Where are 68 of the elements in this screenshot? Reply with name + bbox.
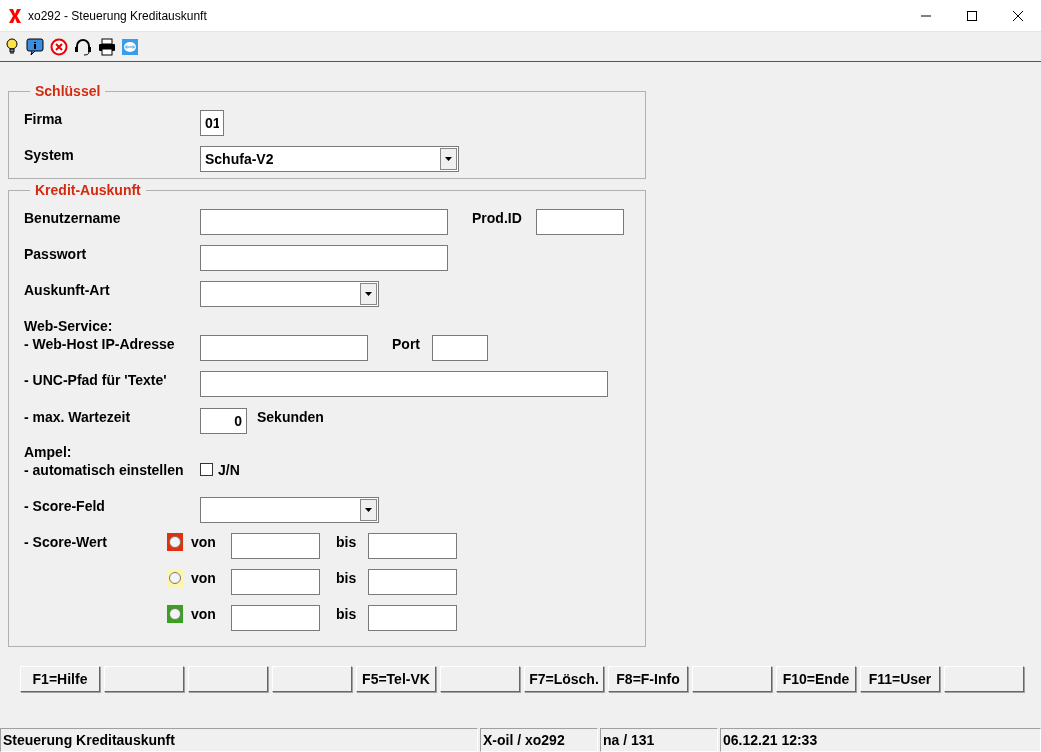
- dropdown[interactable]: [200, 281, 379, 307]
- checkbox-label: J/N: [218, 461, 240, 479]
- info-icon[interactable]: [26, 37, 44, 56]
- status-field: X-oil / xo292: [480, 728, 598, 752]
- range-label: bis: [336, 533, 358, 551]
- blank-function-key-button[interactable]: [104, 666, 184, 692]
- dropdown[interactable]: Schufa-V2: [200, 146, 459, 172]
- field-label: Auskunft-Art: [24, 281, 111, 299]
- range-label: bis: [336, 605, 358, 623]
- range-label: von: [191, 605, 217, 623]
- blank-function-key-button[interactable]: [944, 666, 1024, 692]
- section-heading: Ampel:: [24, 443, 72, 461]
- blank-function-key-button[interactable]: [188, 666, 268, 692]
- section-heading: Web-Service:: [24, 317, 113, 335]
- field-label: Benutzername: [24, 209, 122, 227]
- lightbulb-icon[interactable]: [4, 37, 20, 56]
- field-label: Port: [392, 335, 421, 353]
- blank-function-key-button[interactable]: [440, 666, 520, 692]
- blank-function-key-button[interactable]: [272, 666, 352, 692]
- group-title: Schlüssel: [34, 82, 102, 101]
- range-label: von: [191, 533, 217, 551]
- status-field: 06.12.21 12:33: [720, 728, 1041, 752]
- field-label: Prod.ID: [472, 209, 523, 227]
- range-label: bis: [336, 569, 358, 587]
- function-key-button[interactable]: F7=Lösch.: [524, 666, 604, 692]
- range-label: von: [191, 569, 217, 587]
- field-label: - UNC-Pfad für 'Texte': [24, 371, 168, 389]
- blank-function-key-button[interactable]: [692, 666, 772, 692]
- status-field: na / 131: [600, 728, 718, 752]
- checkbox[interactable]: [200, 463, 213, 476]
- field-label: - automatisch einstellen: [24, 461, 185, 479]
- close-icon: [1013, 10, 1023, 21]
- range-from-field[interactable]: [231, 605, 320, 631]
- range-to-field[interactable]: [368, 533, 457, 559]
- field-label: System: [24, 146, 75, 164]
- field-label: Firma: [24, 110, 64, 128]
- cancel-icon[interactable]: [50, 37, 68, 56]
- field-label: - max. Wartezeit: [24, 408, 132, 426]
- ip-address-field[interactable]: [200, 335, 368, 361]
- range-from-field[interactable]: [231, 569, 320, 595]
- timeout-field[interactable]: 0: [200, 408, 247, 434]
- function-key-button[interactable]: F5=Tel-VK: [356, 666, 436, 692]
- path-field[interactable]: [200, 371, 608, 397]
- function-key-button[interactable]: F8=F-Info: [608, 666, 688, 692]
- remote-support-icon[interactable]: [122, 38, 138, 55]
- print-icon[interactable]: [98, 37, 116, 56]
- password-field[interactable]: [200, 245, 448, 271]
- maximize-icon: [967, 10, 977, 21]
- username-field[interactable]: [200, 209, 448, 235]
- status-field: Steuerung Kreditauskunft: [0, 728, 478, 752]
- app-logo-icon: [8, 7, 22, 24]
- function-key-button[interactable]: F10=Ende: [776, 666, 856, 692]
- field-label: - Score-Wert: [24, 533, 108, 551]
- field-label: - Web-Host IP-Adresse: [24, 335, 176, 353]
- unit-label: Sekunden: [257, 408, 324, 426]
- field-label: - Score-Feld: [24, 497, 106, 515]
- product-id-field[interactable]: [536, 209, 624, 235]
- function-key-button[interactable]: F1=Hilfe: [20, 666, 100, 692]
- range-from-field[interactable]: [231, 533, 320, 559]
- port-field[interactable]: [432, 335, 488, 361]
- range-to-field[interactable]: [368, 569, 457, 595]
- group-title: Kredit-Auskunft: [34, 181, 142, 200]
- window-title: xo292 - Steuerung Kreditauskunft: [28, 7, 207, 25]
- range-to-field[interactable]: [368, 605, 457, 631]
- headset-icon[interactable]: [74, 37, 92, 56]
- field-label: Passwort: [24, 245, 88, 263]
- dropdown[interactable]: [200, 497, 379, 523]
- function-key-button[interactable]: F11=User: [860, 666, 940, 692]
